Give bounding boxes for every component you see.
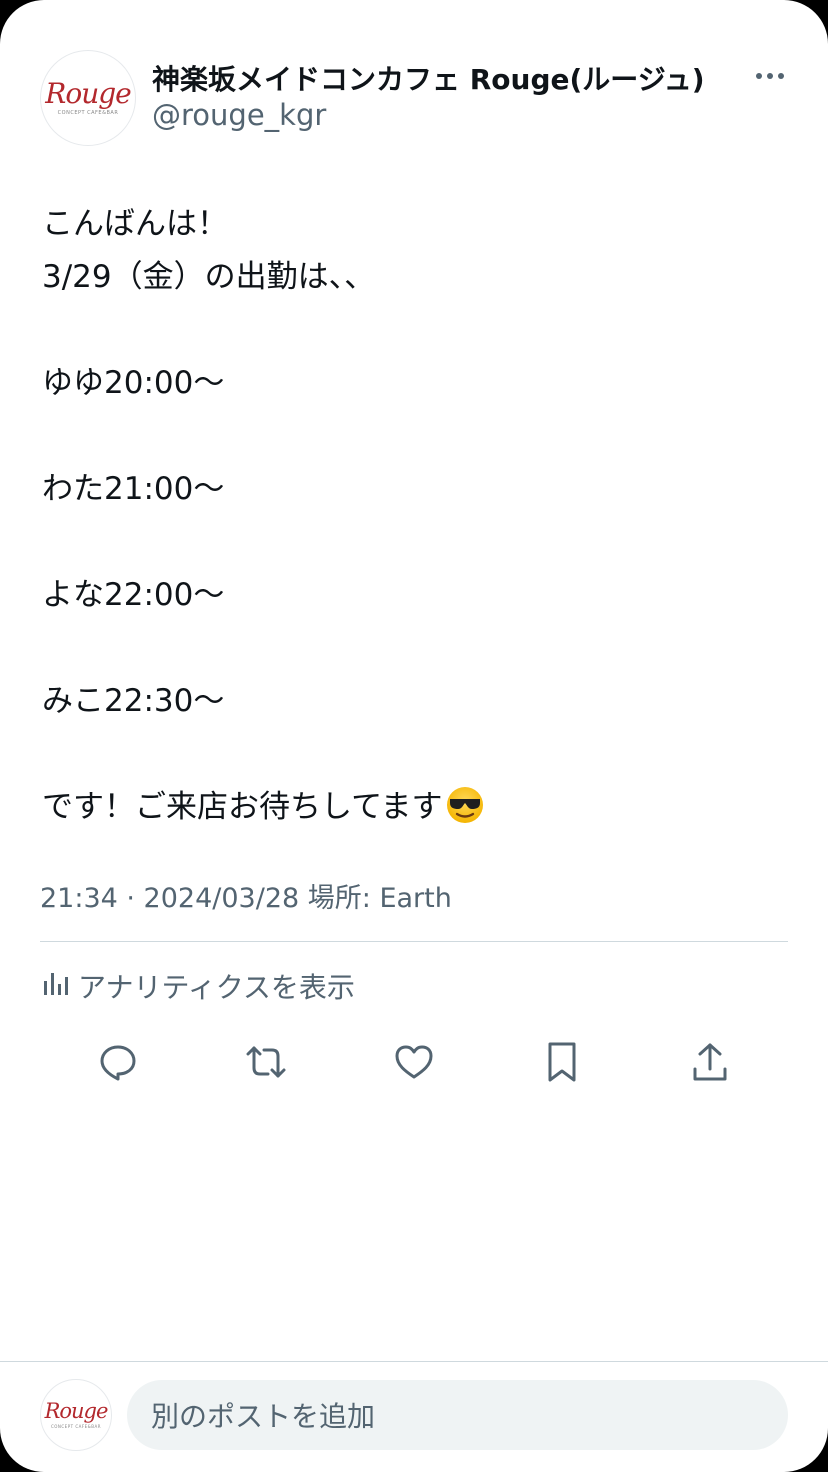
analytics-link[interactable]: アナリティクスを表示 <box>40 964 355 1008</box>
tweet-body: こんばんは！ 3/29（金）の出勤は、、 ゆゆ20:00〜 わた21:00〜 よ… <box>42 198 782 834</box>
analytics-icon <box>40 969 68 1004</box>
avatar-logo-text: Rouge <box>45 77 131 110</box>
divider <box>40 941 788 942</box>
action-bar <box>0 1036 828 1088</box>
tweet-text: こんばんは！ 3/29（金）の出勤は、、 ゆゆ20:00〜 わた21:00〜 よ… <box>42 206 443 825</box>
add-post-input[interactable]: 別のポストを追加 <box>127 1380 788 1450</box>
composer-divider <box>0 1361 828 1362</box>
bookmark-icon[interactable] <box>536 1036 588 1088</box>
share-icon[interactable] <box>684 1036 736 1088</box>
like-icon[interactable] <box>388 1036 440 1088</box>
author-handle[interactable]: @rouge_kgr <box>152 98 326 132</box>
more-options-icon[interactable] <box>754 62 786 90</box>
user-avatar[interactable]: Rouge CONCEPT CAFE&BAR <box>40 1379 112 1451</box>
user-avatar-logo-subtext: CONCEPT CAFE&BAR <box>50 1424 102 1429</box>
analytics-label: アナリティクスを表示 <box>78 971 355 1004</box>
reply-icon[interactable] <box>92 1036 144 1088</box>
avatar-logo-subtext: CONCEPT CAFE&BAR <box>57 110 119 116</box>
user-avatar-logo-text: Rouge <box>44 1399 109 1423</box>
author-avatar[interactable]: Rouge CONCEPT CAFE&BAR <box>40 50 136 146</box>
tweet-card: Rouge CONCEPT CAFE&BAR 神楽坂メイドコンカフェ Rouge… <box>0 0 828 1472</box>
tweet-meta: 21:34 · 2024/03/28 場所: Earth <box>40 883 452 914</box>
sunglasses-emoji-icon <box>445 785 485 825</box>
repost-icon[interactable] <box>240 1036 292 1088</box>
author-name[interactable]: 神楽坂メイドコンカフェ Rouge(ルージュ) <box>152 58 705 98</box>
add-post-placeholder: 別のポストを追加 <box>151 1400 376 1433</box>
